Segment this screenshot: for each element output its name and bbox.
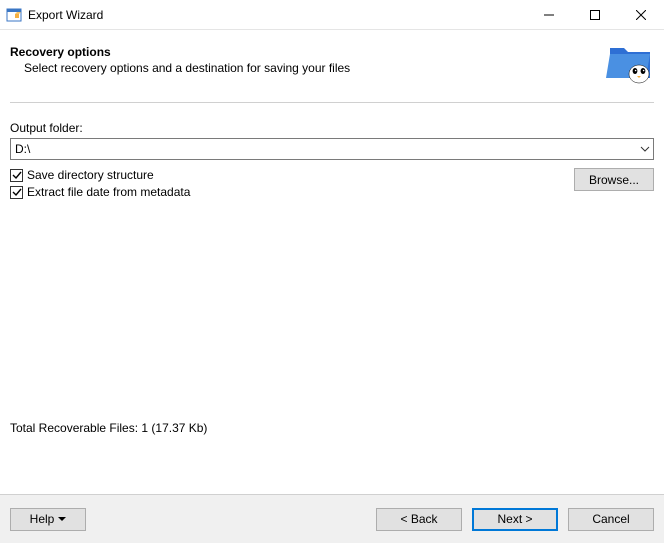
help-button[interactable]: Help (10, 508, 86, 531)
checkbox-save-directory[interactable]: Save directory structure (10, 168, 564, 182)
window-controls (526, 0, 664, 29)
wizard-header: Recovery options Select recovery options… (0, 30, 664, 90)
output-folder-combobox[interactable]: D:\ (10, 138, 654, 160)
next-button-label: Next > (497, 512, 532, 526)
chevron-down-icon (636, 139, 653, 159)
back-button[interactable]: < Back (376, 508, 462, 531)
page-heading: Recovery options (10, 45, 350, 59)
maximize-button[interactable] (572, 0, 618, 29)
checkbox-checked-icon (10, 169, 23, 182)
wizard-footer: Help < Back Next > Cancel (0, 495, 664, 543)
checkbox-extract-date-label: Extract file date from metadata (27, 185, 190, 199)
total-recoverable-label: Total Recoverable Files: 1 (17.37 Kb) (10, 421, 207, 435)
minimize-button[interactable] (526, 0, 572, 29)
checkbox-save-directory-label: Save directory structure (27, 168, 154, 182)
next-button[interactable]: Next > (472, 508, 558, 531)
cancel-button[interactable]: Cancel (568, 508, 654, 531)
chevron-down-icon (58, 517, 66, 521)
back-button-label: < Back (400, 512, 437, 526)
checkbox-extract-date[interactable]: Extract file date from metadata (10, 185, 564, 199)
page-subheading: Select recovery options and a destinatio… (24, 61, 350, 75)
wizard-content: Output folder: D:\ Save directory struct… (0, 90, 664, 206)
browse-button[interactable]: Browse... (574, 168, 654, 191)
wizard-folder-icon (604, 34, 656, 86)
close-button[interactable] (618, 0, 664, 29)
output-folder-label: Output folder: (10, 121, 654, 135)
app-icon (6, 7, 22, 23)
window-title: Export Wizard (28, 8, 526, 22)
cancel-button-label: Cancel (592, 512, 629, 526)
separator (10, 102, 654, 103)
help-button-label: Help (30, 512, 55, 526)
output-folder-value: D:\ (11, 139, 636, 159)
titlebar: Export Wizard (0, 0, 664, 30)
checkbox-checked-icon (10, 186, 23, 199)
browse-button-label: Browse... (589, 173, 639, 187)
